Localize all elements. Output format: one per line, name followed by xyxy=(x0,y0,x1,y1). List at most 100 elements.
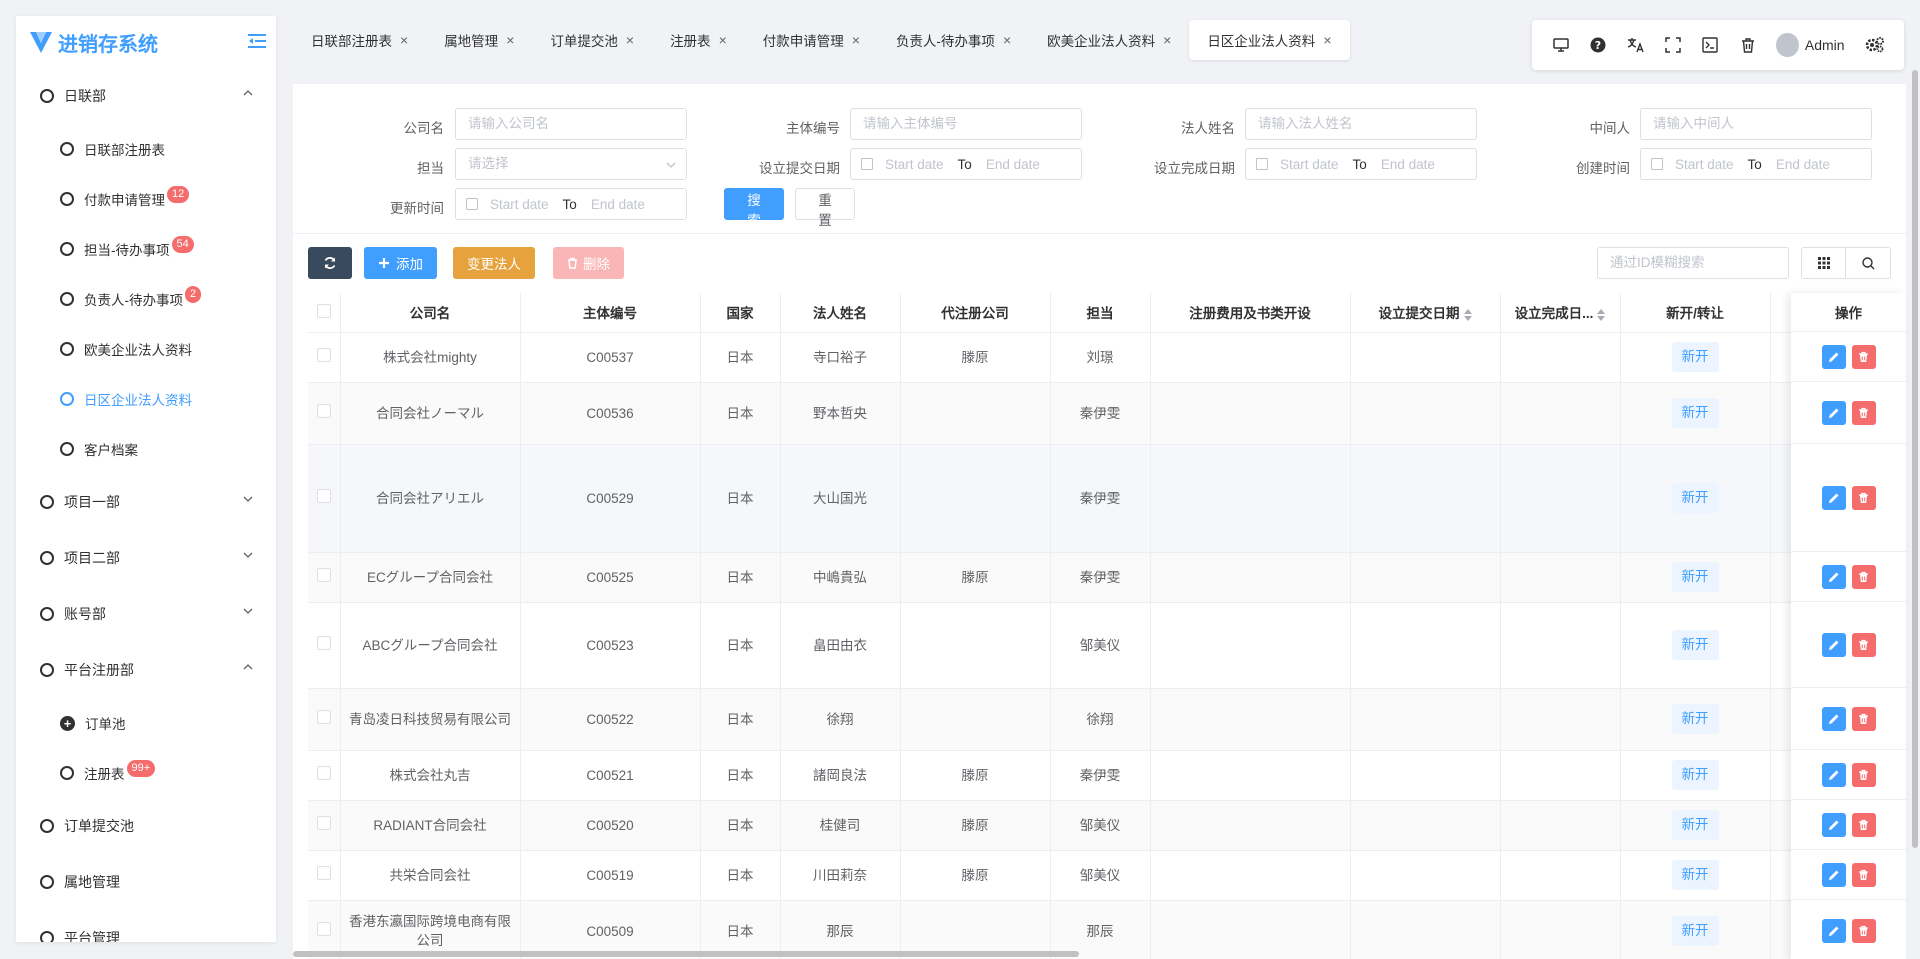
tab-7[interactable]: 日区企业法人资料 × xyxy=(1189,20,1350,60)
user-name[interactable]: Admin xyxy=(1805,37,1845,53)
sidebar-item-8[interactable]: 项目一部 xyxy=(16,474,276,530)
middleman-input[interactable]: 请输入中间人 xyxy=(1640,108,1872,140)
table-row[interactable]: ECグループ合同会社 C00525 日本 中嶋貴弘 滕原 秦伊雯 新开 xyxy=(308,552,1906,603)
table-row[interactable]: 共栄合同会社 C00519 日本 川田莉奈 滕原 邹美仪 新开 xyxy=(308,850,1906,901)
edit-button[interactable] xyxy=(1821,344,1846,369)
complete-date-range[interactable]: Start date To End date xyxy=(1245,148,1477,180)
close-icon[interactable]: × xyxy=(506,32,514,48)
tab-3[interactable]: 注册表 × xyxy=(652,20,745,60)
sort-icon[interactable] xyxy=(1463,308,1472,321)
edit-button[interactable] xyxy=(1821,632,1846,657)
sidebar-item-3[interactable]: 担当-待办事项 54 xyxy=(16,224,276,274)
delete-row-button[interactable] xyxy=(1851,862,1876,887)
vertical-scrollbar[interactable] xyxy=(1912,70,1918,848)
fullscreen-icon[interactable] xyxy=(1654,30,1691,60)
edit-button[interactable] xyxy=(1821,762,1846,787)
sidebar-item-1[interactable]: 日联部注册表 xyxy=(16,124,276,174)
sidebar-item-13[interactable]: 注册表 99+ xyxy=(16,748,276,798)
add-button[interactable]: 添加 xyxy=(364,247,437,279)
close-icon[interactable]: × xyxy=(1323,32,1331,48)
sidebar-item-5[interactable]: 欧美企业法人资料 xyxy=(16,324,276,374)
company-input[interactable]: 请输入公司名 xyxy=(455,108,687,140)
tab-5[interactable]: 负责人-待办事项 × xyxy=(878,20,1029,60)
row-checkbox[interactable] xyxy=(316,403,331,418)
close-icon[interactable]: × xyxy=(719,32,727,48)
trash-icon[interactable] xyxy=(1729,30,1766,60)
row-checkbox[interactable] xyxy=(316,865,331,880)
delete-row-button[interactable] xyxy=(1851,762,1876,787)
row-checkbox[interactable] xyxy=(316,765,331,780)
settings-icon[interactable] xyxy=(1857,30,1894,60)
table-row[interactable]: RADIANT合同会社 C00520 日本 桂健司 滕原 邹美仪 新开 xyxy=(308,800,1906,851)
legal-input[interactable]: 请输入法人姓名 xyxy=(1245,108,1477,140)
column-toggle-button[interactable] xyxy=(1801,247,1846,279)
avatar[interactable] xyxy=(1776,33,1799,57)
owner-select[interactable]: 请选择 xyxy=(455,148,687,180)
tab-4[interactable]: 付款申请管理 × xyxy=(745,20,878,60)
sidebar-item-12[interactable]: + 订单池 xyxy=(16,698,276,748)
sidebar-item-0[interactable]: 日联部 xyxy=(16,68,276,124)
change-legal-button[interactable]: 变更法人 xyxy=(453,247,535,279)
help-icon[interactable]: ? xyxy=(1579,30,1616,60)
sidebar-item-6[interactable]: 日区企业法人资料 xyxy=(16,374,276,424)
close-icon[interactable]: × xyxy=(400,32,408,48)
edit-button[interactable] xyxy=(1821,400,1846,425)
row-checkbox[interactable] xyxy=(316,635,331,650)
sidebar-item-14[interactable]: 订单提交池 xyxy=(16,798,276,854)
sort-icon[interactable] xyxy=(1597,308,1606,321)
reset-button[interactable]: 重置 xyxy=(795,188,855,228)
select-all-checkbox[interactable] xyxy=(316,303,331,318)
horizontal-scrollbar[interactable] xyxy=(293,951,1079,957)
edit-button[interactable] xyxy=(1821,812,1846,837)
table-row[interactable]: 青岛凌日科技贸易有限公司 C00522 日本 徐翔 徐翔 新开 xyxy=(308,688,1906,751)
delete-row-button[interactable] xyxy=(1851,812,1876,837)
sidebar-item-9[interactable]: 项目二部 xyxy=(16,530,276,586)
monitor-icon[interactable] xyxy=(1542,30,1579,60)
row-checkbox[interactable] xyxy=(316,347,331,362)
sidebar-item-15[interactable]: 属地管理 xyxy=(16,854,276,910)
entity-input[interactable]: 请输入主体编号 xyxy=(850,108,1082,140)
tab-1[interactable]: 属地管理 × xyxy=(426,20,532,60)
edit-button[interactable] xyxy=(1821,862,1846,887)
collapse-menu-icon[interactable] xyxy=(248,33,266,49)
refresh-button[interactable] xyxy=(308,247,352,279)
edit-button[interactable] xyxy=(1821,485,1846,510)
delete-row-button[interactable] xyxy=(1851,344,1876,369)
delete-row-button[interactable] xyxy=(1851,400,1876,425)
tab-6[interactable]: 欧美企业法人资料 × xyxy=(1029,20,1189,60)
close-icon[interactable]: × xyxy=(852,32,860,48)
id-search-input[interactable]: 通过ID模糊搜索 xyxy=(1597,247,1789,279)
row-checkbox[interactable] xyxy=(316,488,331,503)
table-row[interactable]: 株式会社丸吉 C00521 日本 諸岡良法 滕原 秦伊雯 新开 xyxy=(308,750,1906,801)
edit-button[interactable] xyxy=(1821,918,1846,943)
delete-row-button[interactable] xyxy=(1851,632,1876,657)
table-row[interactable]: ABCグループ合同会社 C00523 日本 畠田由衣 邹美仪 新开 xyxy=(308,602,1906,689)
submit-date-range[interactable]: Start date To End date xyxy=(850,148,1082,180)
delete-row-button[interactable] xyxy=(1851,918,1876,943)
row-checkbox[interactable] xyxy=(316,567,331,582)
translate-icon[interactable] xyxy=(1617,30,1654,60)
sidebar-item-7[interactable]: 客户档案 xyxy=(16,424,276,474)
sidebar-item-10[interactable]: 账号部 xyxy=(16,586,276,642)
row-checkbox[interactable] xyxy=(316,815,331,830)
table-row[interactable]: 合同会社アリエル C00529 日本 大山国光 秦伊雯 新开 xyxy=(308,444,1906,553)
search-button[interactable]: 搜索 xyxy=(724,188,784,228)
close-icon[interactable]: × xyxy=(1163,32,1171,48)
sidebar-item-11[interactable]: 平台注册部 xyxy=(16,642,276,698)
sidebar-item-4[interactable]: 负责人-待办事项 2 xyxy=(16,274,276,324)
search-toggle-button[interactable] xyxy=(1846,247,1891,279)
column-header[interactable]: 设立完成日... xyxy=(1500,293,1621,333)
updated-date-range[interactable]: Start date To End date xyxy=(455,188,687,220)
delete-row-button[interactable] xyxy=(1851,706,1876,731)
row-checkbox[interactable] xyxy=(316,709,331,724)
delete-row-button[interactable] xyxy=(1851,564,1876,589)
created-date-range[interactable]: Start date To End date xyxy=(1640,148,1872,180)
edit-button[interactable] xyxy=(1821,564,1846,589)
close-icon[interactable]: × xyxy=(626,32,634,48)
table-row[interactable]: 株式会社mighty C00537 日本 寺口裕子 滕原 刘璟 新开 xyxy=(308,332,1906,383)
sidebar-item-2[interactable]: 付款申请管理 12 xyxy=(16,174,276,224)
table-row[interactable]: 合同会社ノーマル C00536 日本 野本哲央 秦伊雯 新开 xyxy=(308,382,1906,445)
close-icon[interactable]: × xyxy=(1003,32,1011,48)
row-checkbox[interactable] xyxy=(316,921,331,936)
delete-button[interactable]: 删除 xyxy=(553,247,624,279)
